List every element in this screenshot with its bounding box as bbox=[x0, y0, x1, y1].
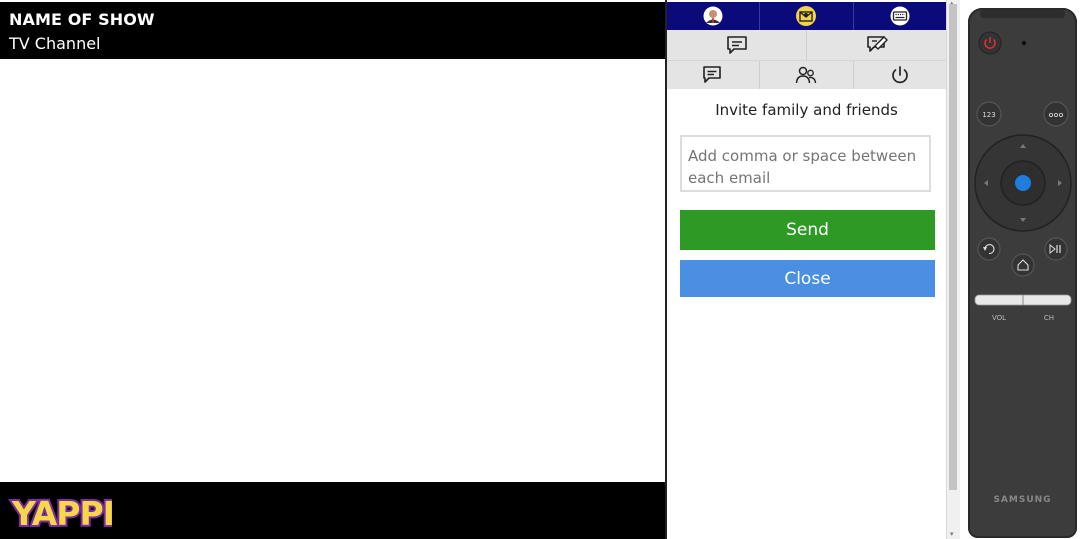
remote-more-button[interactable] bbox=[1043, 101, 1069, 127]
remote-power-button[interactable] bbox=[978, 31, 1002, 55]
messages-icon bbox=[703, 66, 721, 83]
edit-chat-icon bbox=[866, 36, 888, 52]
user-avatar-icon bbox=[703, 6, 723, 26]
svg-text:123: 123 bbox=[982, 111, 995, 119]
send-button[interactable]: Send bbox=[680, 210, 935, 250]
messages-button[interactable] bbox=[667, 61, 761, 89]
ch-label: CH bbox=[1044, 314, 1054, 322]
keyboard-icon bbox=[890, 6, 910, 26]
samsung-remote: 123 VOL CH SAMSUNG bbox=[968, 8, 1077, 538]
remote-back-button[interactable] bbox=[977, 237, 1001, 261]
chat-button[interactable] bbox=[667, 30, 807, 60]
action-toolbar bbox=[667, 60, 946, 89]
remote-home-button[interactable] bbox=[1011, 253, 1035, 277]
edit-chat-button[interactable] bbox=[807, 30, 946, 60]
power-icon bbox=[891, 66, 908, 84]
remote-123-button[interactable]: 123 bbox=[976, 101, 1002, 127]
tv-header-bar: NAME OF SHOW TV Channel bbox=[0, 2, 665, 59]
top-toolbar bbox=[667, 2, 946, 30]
power-button[interactable] bbox=[854, 61, 946, 89]
remote-vol-ch-rocker[interactable] bbox=[974, 294, 1072, 306]
logo-text: YAPPI bbox=[11, 494, 112, 533]
chat-icon bbox=[726, 36, 747, 54]
inbox-button[interactable] bbox=[760, 2, 854, 30]
keyboard-button[interactable] bbox=[854, 2, 946, 30]
tv-screen: NAME OF SHOW TV Channel YAPPI bbox=[0, 0, 665, 539]
remote-brand-label: SAMSUNG bbox=[993, 495, 1052, 505]
remote-mic-dot bbox=[1021, 40, 1027, 46]
side-panel: Invite family and friends Send Close bbox=[667, 0, 946, 539]
people-button[interactable] bbox=[760, 61, 854, 89]
remote-play-pause-button[interactable] bbox=[1044, 237, 1068, 261]
scroll-thumb[interactable] bbox=[949, 4, 957, 490]
remote-top-edge bbox=[980, 10, 1065, 18]
close-button[interactable]: Close bbox=[680, 260, 935, 297]
panel-scrollbar[interactable]: ▴ ▾ bbox=[946, 0, 960, 539]
show-name: NAME OF SHOW bbox=[9, 10, 155, 29]
inbox-mail-icon bbox=[796, 6, 817, 26]
profile-button[interactable] bbox=[667, 2, 761, 30]
vol-label: VOL bbox=[992, 314, 1006, 322]
invite-title: Invite family and friends bbox=[715, 101, 898, 119]
channel-name: TV Channel bbox=[9, 34, 101, 53]
yappi-logo: YAPPI bbox=[9, 492, 112, 534]
email-invite-input[interactable] bbox=[680, 135, 931, 192]
people-icon bbox=[796, 66, 817, 84]
remote-dpad[interactable] bbox=[974, 134, 1072, 232]
remote-controls: 123 VOL CH bbox=[974, 10, 1072, 322]
scroll-down-arrow-icon[interactable]: ▾ bbox=[950, 531, 957, 538]
tv-footer-bar: YAPPI bbox=[0, 482, 665, 539]
secondary-toolbar bbox=[667, 30, 946, 60]
